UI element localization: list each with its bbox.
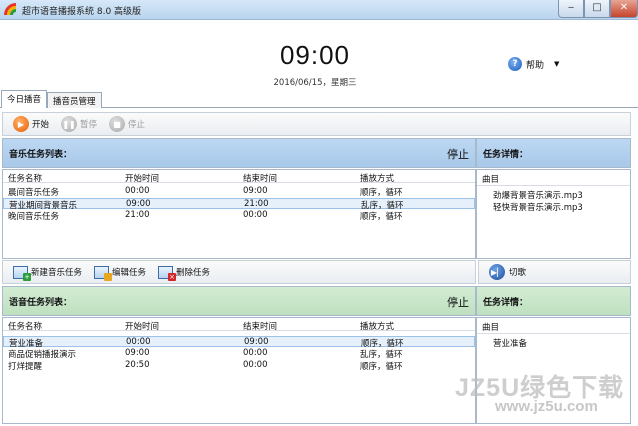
music-detail-header: 任务详情：: [476, 138, 631, 168]
pause-button[interactable]: ❚❚ 暂停: [61, 116, 97, 132]
table-row[interactable]: 营业准备 00:00 09:00 顺序，循环: [3, 336, 475, 349]
voice-detail-header: 任务详情：: [476, 286, 631, 316]
cell-start-time: 00:00: [126, 337, 151, 347]
start-button[interactable]: ▶ 开始: [13, 116, 49, 132]
table-row[interactable]: 营业期间背景音乐 09:00 21:00 乱序，循环: [3, 198, 475, 211]
voice-task-table: 任务名称 开始时间 结束时间 播放方式 营业准备 00:00 09:00 顺序，…: [2, 317, 476, 424]
voice-state: 停止: [447, 296, 469, 309]
cell-start-time: 09:00: [125, 348, 150, 358]
cell-end-time: 21:00: [244, 199, 269, 209]
next-track-label: 切歌: [509, 268, 527, 278]
delete-task-icon: ×: [158, 265, 177, 281]
track-item[interactable]: 轻快背景音乐演示.mp3: [493, 201, 583, 213]
column-header[interactable]: 播放方式: [360, 172, 394, 184]
edit-task-icon: [94, 265, 113, 281]
tab-announcer-management[interactable]: 播音员管理: [47, 92, 102, 108]
cell-start-time: 20:50: [125, 360, 150, 370]
maximize-button[interactable]: □: [584, 0, 610, 18]
new-task-icon: +: [13, 265, 31, 281]
cell-play-mode: 顺序，循环: [360, 212, 403, 222]
table-header: 任务名称 开始时间 结束时间 播放方式: [3, 318, 475, 332]
watermark-url: www.jz5u.com: [495, 398, 598, 415]
cell-start-time: 21:00: [125, 210, 150, 220]
edit-task-label: 编辑任务: [112, 268, 147, 278]
stop-icon: ■: [109, 116, 126, 132]
music-detail-list: 曲目 劲爆背景音乐演示.mp3 轻快背景音乐演示.mp3: [476, 169, 631, 259]
edit-task-button[interactable]: 编辑任务: [94, 265, 147, 281]
next-track-button[interactable]: ▶▏ 切歌: [478, 260, 631, 284]
tab-bar: 今日播音 播音员管理: [0, 90, 638, 108]
cell-end-time: 09:00: [243, 186, 268, 196]
track-item[interactable]: 劲爆背景音乐演示.mp3: [493, 189, 583, 201]
voice-detail-title: 任务详情：: [483, 297, 529, 308]
table-row[interactable]: 晚间音乐任务 21:00 00:00 顺序，循环: [3, 210, 475, 222]
column-header[interactable]: 开始时间: [125, 320, 159, 332]
pause-icon: ❚❚: [61, 116, 78, 132]
delete-task-label: 删除任务: [176, 268, 211, 278]
column-header[interactable]: 开始时间: [125, 172, 159, 184]
column-header[interactable]: 任务名称: [8, 320, 42, 332]
start-label: 开始: [32, 120, 50, 130]
cell-play-mode: 顺序，循环: [360, 188, 403, 198]
cell-play-mode: 顺序，循环: [360, 362, 403, 372]
stop-label: 停止: [128, 120, 146, 130]
table-header: 任务名称 开始时间 结束时间 播放方式: [3, 170, 475, 184]
detail-column-header: 曲目: [482, 323, 500, 333]
minimize-button[interactable]: ‒: [558, 0, 584, 18]
detail-column-header: 曲目: [482, 175, 500, 185]
playback-toolbar: ▶ 开始 ❚❚ 暂停 ■ 停止: [2, 112, 631, 136]
music-state: 停止: [447, 148, 469, 161]
delete-task-button[interactable]: × 删除任务: [158, 265, 211, 281]
column-header[interactable]: 任务名称: [8, 172, 42, 184]
pause-label: 暂停: [80, 120, 98, 130]
close-button[interactable]: ✕: [610, 0, 638, 18]
cell-play-mode: 乱序，循环: [360, 350, 403, 360]
stop-button[interactable]: ■ 停止: [109, 116, 145, 132]
cell-task-name: 打烊提醒: [8, 362, 43, 372]
new-task-label: 新建音乐任务: [31, 268, 83, 278]
cell-task-name: 商品促销播报演示: [8, 350, 77, 360]
cell-end-time: 00:00: [243, 210, 268, 220]
help-icon: ?: [508, 57, 522, 71]
music-task-title: 音乐任务列表：: [9, 149, 73, 160]
cell-start-time: 09:00: [126, 199, 151, 209]
table-row[interactable]: 晨间音乐任务 00:00 09:00 顺序，循环: [3, 186, 475, 198]
title-bar: 超市语音播报系统 8.0 高级版 ‒ □ ✕: [0, 0, 638, 20]
music-task-table: 任务名称 开始时间 结束时间 播放方式 晨间音乐任务 00:00 09:00 顺…: [2, 169, 476, 259]
music-detail-title: 任务详情：: [483, 149, 529, 160]
track-item[interactable]: 营业准备: [493, 337, 527, 349]
help-label: 帮助: [526, 60, 545, 71]
tab-today-broadcast[interactable]: 今日播音: [1, 90, 48, 108]
help-menu[interactable]: ? 帮助 ▼: [508, 57, 559, 71]
column-header[interactable]: 播放方式: [360, 320, 394, 332]
voice-task-title: 语音任务列表：: [9, 297, 73, 308]
cell-task-name: 晚间音乐任务: [8, 212, 60, 222]
cell-task-name: 晨间音乐任务: [8, 188, 60, 198]
next-track-icon: ▶▏: [489, 264, 505, 280]
chevron-down-icon: ▼: [554, 60, 560, 68]
cell-end-time: 00:00: [243, 360, 268, 370]
app-logo-icon: [4, 3, 16, 15]
divider: [477, 333, 630, 334]
music-task-header: 音乐任务列表： 停止: [2, 138, 476, 168]
cell-end-time: 09:00: [244, 337, 269, 347]
window-title: 超市语音播报系统 8.0 高级版: [22, 7, 142, 17]
clock-date: 2016/06/15，星期三: [273, 78, 357, 88]
clock-time: 09:00: [279, 40, 351, 70]
voice-task-header: 语音任务列表： 停止: [2, 286, 476, 316]
play-icon: ▶: [13, 116, 29, 132]
cell-start-time: 00:00: [125, 186, 150, 196]
cell-end-time: 00:00: [243, 348, 268, 358]
new-music-task-button[interactable]: + 新建音乐任务: [13, 265, 83, 281]
column-header[interactable]: 结束时间: [243, 172, 277, 184]
table-row[interactable]: 打烊提醒 20:50 00:00 顺序，循环: [3, 360, 475, 372]
divider: [477, 185, 630, 186]
table-row[interactable]: 商品促销播报演示 09:00 00:00 乱序，循环: [3, 348, 475, 360]
music-task-toolbar: + 新建音乐任务 编辑任务 × 删除任务: [2, 260, 476, 284]
column-header[interactable]: 结束时间: [243, 320, 277, 332]
